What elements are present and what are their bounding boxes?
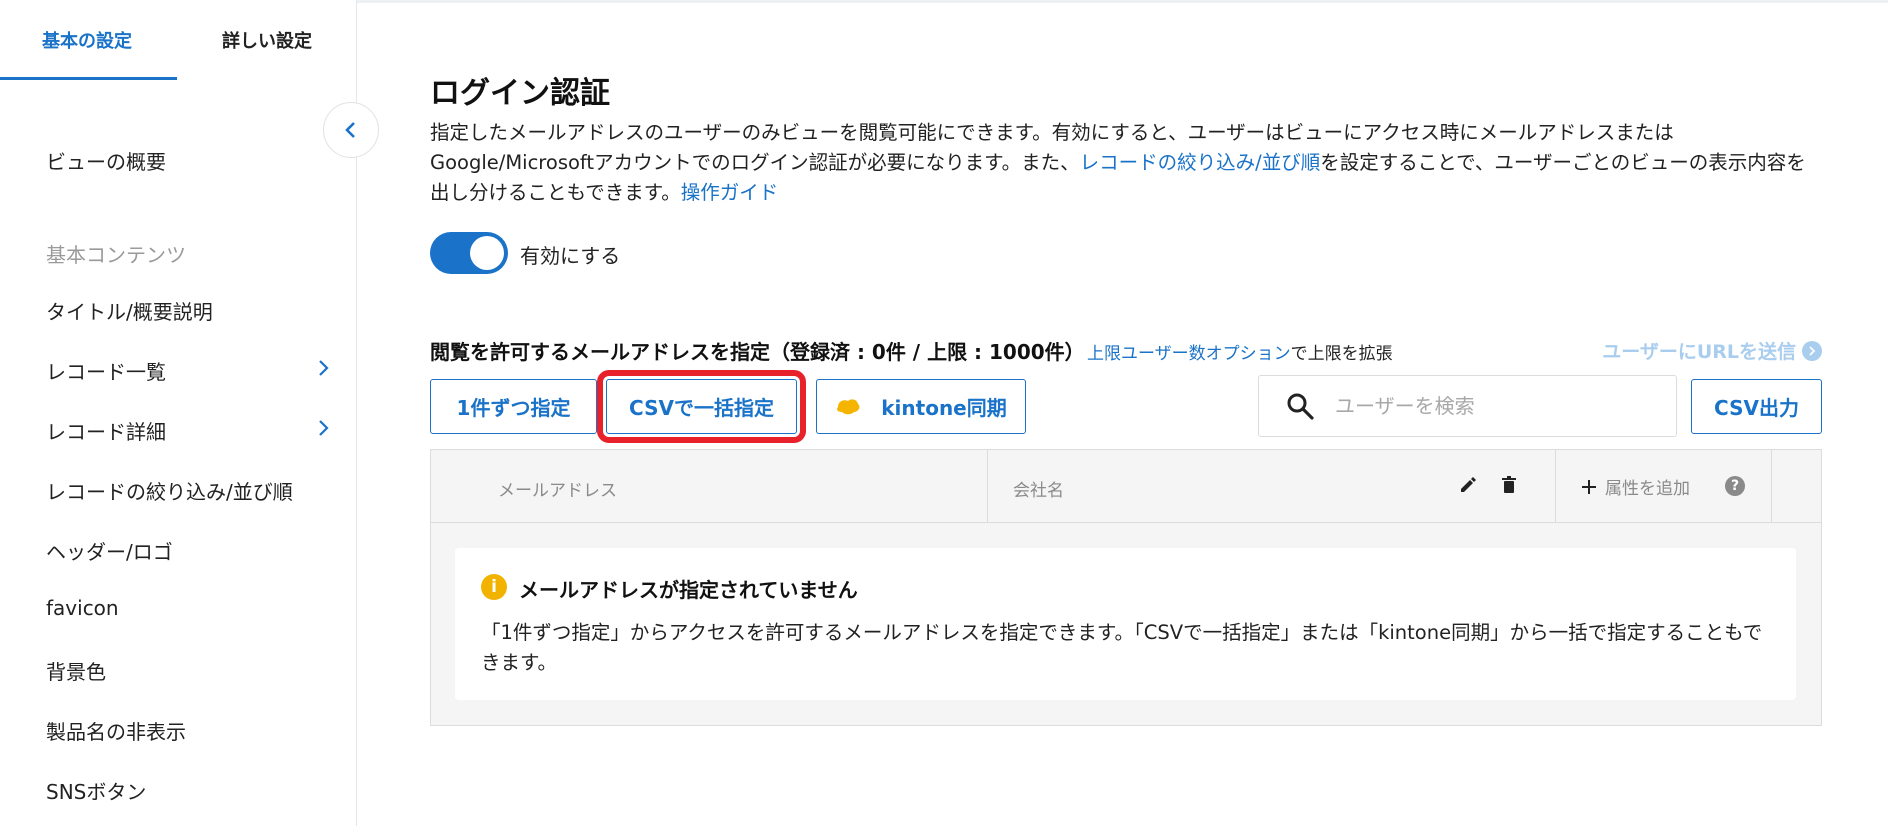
help-icon[interactable]: ? <box>1725 476 1745 496</box>
add-attribute-button[interactable]: 属性を追加 <box>1581 474 1690 499</box>
sidebar-item-record-list[interactable]: レコード一覧 <box>46 356 329 385</box>
sidebar-item-label: ヘッダー/ロゴ <box>46 540 173 564</box>
enable-toggle[interactable] <box>430 232 508 274</box>
add-single-button[interactable]: 1件ずつ指定 <box>430 379 597 434</box>
sidebar-item-header-logo[interactable]: ヘッダー/ロゴ <box>46 536 326 565</box>
send-url-label: ユーザーにURLを送信 <box>1602 341 1796 363</box>
search-icon <box>1287 393 1314 420</box>
column-divider <box>1771 450 1772 523</box>
csv-bulk-button[interactable]: CSVで一括指定 <box>597 370 806 443</box>
edit-icon[interactable] <box>1457 474 1479 496</box>
toggle-knob <box>470 236 504 270</box>
email-table: メールアドレス 会社名 属性を追加 ? i メールアドレスが指定されていません … <box>430 449 1822 726</box>
sidebar-item-label: タイトル/概要説明 <box>46 300 213 324</box>
column-divider <box>987 450 988 523</box>
kintone-sync-button[interactable]: kintone同期 <box>816 379 1026 434</box>
csv-export-button[interactable]: CSV出力 <box>1691 379 1822 434</box>
sidebar-item-sns-buttons[interactable]: SNSボタン <box>46 776 326 805</box>
empty-state: i メールアドレスが指定されていません 「1件ずつ指定」からアクセスを許可するメ… <box>455 548 1796 700</box>
page-description: 指定したメールアドレスのユーザーのみビューを閲覧可能にできます。有効にすると、ユ… <box>430 118 1822 208</box>
sidebar-item-label: favicon <box>46 596 119 620</box>
sidebar-item-label: 製品名の非表示 <box>46 720 186 744</box>
limit-extension-text: 上限ユーザー数オプションで上限を拡張 <box>1087 339 1393 364</box>
operation-guide-link[interactable]: 操作ガイド <box>681 181 779 204</box>
record-filter-link[interactable]: レコードの絞り込み/並び順 <box>1080 151 1321 174</box>
sidebar-item-label: SNSボタン <box>46 780 147 804</box>
table-header: メールアドレス 会社名 属性を追加 ? <box>431 450 1821 523</box>
kintone-sync-label: kintone同期 <box>881 396 1007 420</box>
arrow-right-circle-icon <box>1802 340 1822 361</box>
allowed-emails-heading: 閲覧を許可するメールアドレスを指定（登録済 : 0件 / 上限 : 1000件） <box>430 340 1085 364</box>
sidebar-section-basic-contents: 基本コンテンツ <box>46 243 186 267</box>
sidebar-item-record-filter-sort[interactable]: レコードの絞り込み/並び順 <box>46 476 326 505</box>
sidebar-item-background-color[interactable]: 背景色 <box>46 656 326 685</box>
sidebar-item-favicon[interactable]: favicon <box>46 596 326 620</box>
info-icon: i <box>481 574 507 600</box>
limit-suffix-text: で上限を拡張 <box>1290 344 1393 364</box>
sidebar-item-hide-product-name[interactable]: 製品名の非表示 <box>46 716 326 745</box>
chevron-right-icon <box>319 420 329 436</box>
kintone-icon <box>837 398 860 414</box>
sidebar-item-label: ビューの概要 <box>46 150 166 174</box>
user-search[interactable] <box>1258 375 1677 437</box>
column-divider <box>1555 450 1556 523</box>
sidebar-item-label: 背景色 <box>46 660 106 684</box>
chevron-left-icon <box>345 122 355 138</box>
active-tab-indicator <box>0 77 177 80</box>
sidebar-item-label: レコード一覧 <box>46 360 166 384</box>
sidebar-item-label: レコードの絞り込み/並び順 <box>46 480 293 504</box>
add-attribute-label: 属性を追加 <box>1605 479 1690 499</box>
trash-icon[interactable] <box>1498 474 1520 496</box>
search-input[interactable] <box>1335 394 1655 418</box>
user-limit-option-link[interactable]: 上限ユーザー数オプション <box>1087 344 1291 364</box>
column-company: 会社名 <box>1013 481 1064 501</box>
sidebar-item-view-overview[interactable]: ビューの概要 <box>46 146 326 175</box>
sidebar-tabs: 基本の設定 詳しい設定 <box>0 0 356 80</box>
page-title: ログイン認証 <box>430 76 610 111</box>
chevron-right-icon <box>319 360 329 376</box>
sidebar-item-title-description[interactable]: タイトル/概要説明 <box>46 296 326 325</box>
tab-basic-settings[interactable]: 基本の設定 <box>42 27 132 53</box>
enable-toggle-label: 有効にする <box>520 244 621 268</box>
plus-icon <box>1582 479 1596 494</box>
sidebar-item-record-detail[interactable]: レコード詳細 <box>46 416 329 445</box>
sidebar-item-label: レコード詳細 <box>46 420 166 444</box>
empty-state-title: メールアドレスが指定されていません <box>519 578 858 602</box>
send-url-button[interactable]: ユーザーにURLを送信 <box>1602 337 1822 364</box>
empty-state-message: 「1件ずつ指定」からアクセスを許可するメールアドレスを指定できます。「CSVで一… <box>481 621 1763 674</box>
tab-detailed-settings[interactable]: 詳しい設定 <box>222 27 312 53</box>
sidebar-collapse-button[interactable] <box>323 102 379 158</box>
column-email: メールアドレス <box>498 481 617 501</box>
sidebar: 基本の設定 詳しい設定 ビューの概要 基本コンテンツ タイトル/概要説明 レコー… <box>0 0 357 826</box>
